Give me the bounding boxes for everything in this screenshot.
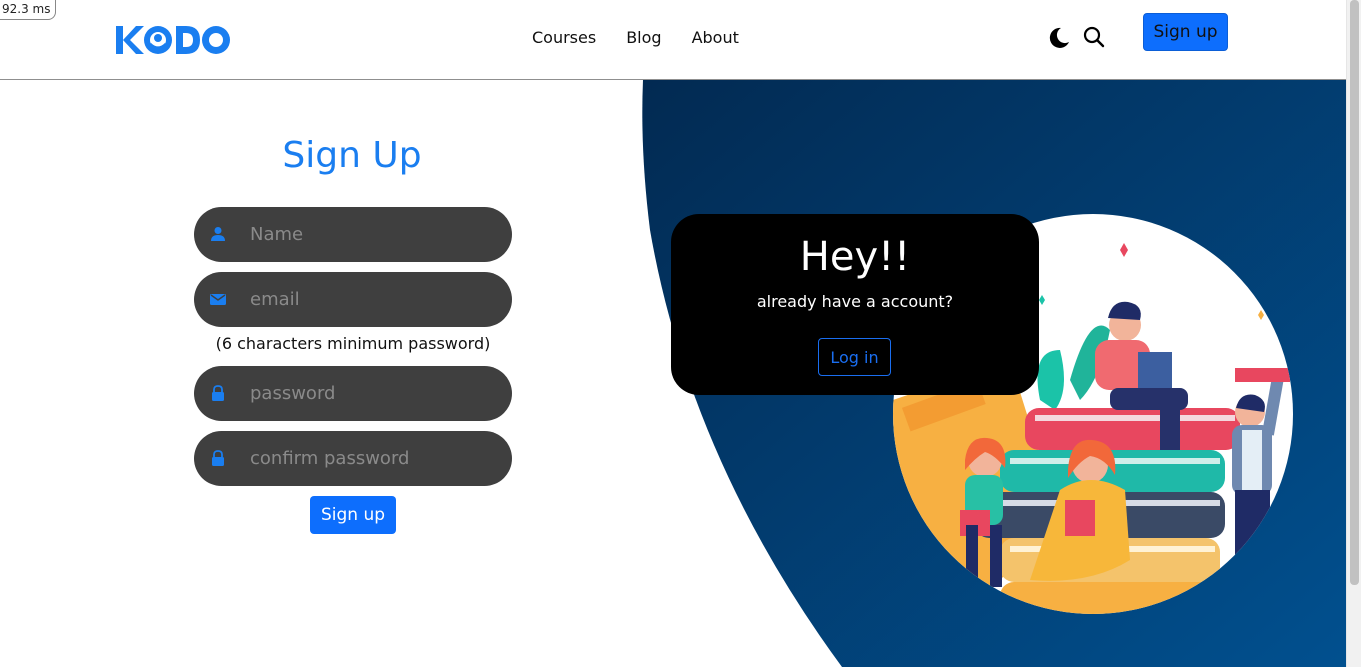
signup-title: Sign Up — [282, 135, 422, 176]
nav-blog[interactable]: Blog — [626, 28, 661, 47]
confirm-password-field[interactable] — [194, 431, 512, 486]
moon-icon[interactable] — [1047, 26, 1071, 50]
signup-submit-button[interactable]: Sign up — [310, 496, 396, 534]
confirm-password-input[interactable] — [250, 431, 500, 486]
main-nav: Courses Blog About — [532, 28, 769, 47]
header-signup-button[interactable]: Sign up — [1143, 13, 1228, 51]
brand-logo[interactable] — [114, 22, 232, 58]
lock-icon — [212, 450, 224, 466]
card-heading: Hey!! — [799, 234, 911, 280]
nav-about[interactable]: About — [692, 28, 739, 47]
nav-courses[interactable]: Courses — [532, 28, 596, 47]
kodo-logo-icon — [116, 26, 230, 54]
email-input[interactable] — [250, 272, 500, 327]
card-text: already have a account? — [756, 292, 954, 311]
envelope-icon — [210, 294, 226, 305]
user-icon — [211, 227, 225, 241]
search-icon[interactable] — [1082, 25, 1106, 49]
password-hint: (6 characters minimum password) — [215, 334, 491, 353]
password-field[interactable] — [194, 366, 512, 421]
login-card: Hey!! already have a account? Log in — [671, 214, 1039, 395]
lock-icon — [212, 385, 224, 401]
perf-overlay: 92.3 ms — [0, 0, 56, 20]
scrollbar-thumb[interactable] — [1350, 0, 1359, 585]
site-header: Courses Blog About Sign up — [0, 0, 1346, 80]
email-field[interactable] — [194, 272, 512, 327]
name-input[interactable] — [250, 207, 500, 262]
password-input[interactable] — [250, 366, 500, 421]
vertical-scrollbar[interactable] — [1346, 0, 1361, 667]
login-button[interactable]: Log in — [818, 338, 891, 376]
name-field[interactable] — [194, 207, 512, 262]
